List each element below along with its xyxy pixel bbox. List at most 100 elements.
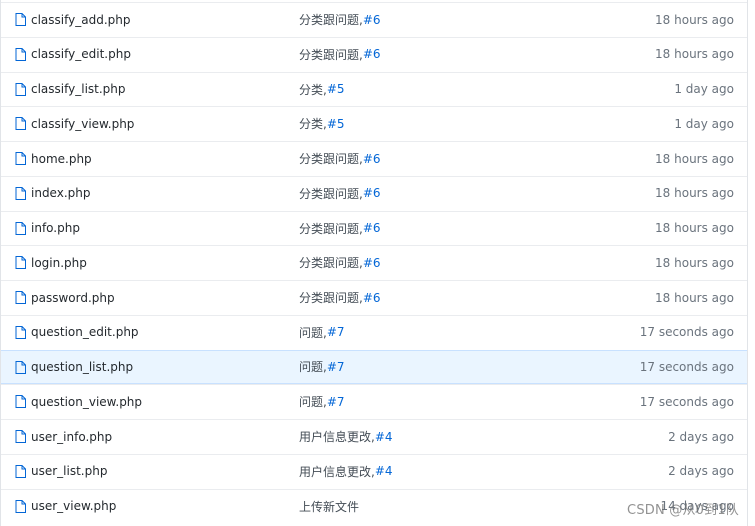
commit-message-text[interactable]: 问题, xyxy=(299,358,327,375)
file-name-link[interactable]: question_edit.php xyxy=(31,316,139,349)
commit-message-text[interactable]: 用户信息更改, xyxy=(299,428,375,445)
file-name-link[interactable]: question_list.php xyxy=(31,351,133,383)
commit-age: 18 hours ago xyxy=(655,221,734,235)
file-name-link[interactable]: home.php xyxy=(31,142,92,175)
commit-issue-link[interactable]: #6 xyxy=(363,221,381,235)
file-icon xyxy=(15,152,26,165)
commit-message[interactable]: 问题, #7 xyxy=(299,385,345,418)
file-table: classify_add.php 分类跟问题, #6 18 hours ago clas… xyxy=(0,0,748,526)
file-name-link[interactable]: classify_view.php xyxy=(31,107,134,140)
commit-issue-link[interactable]: #6 xyxy=(363,152,381,166)
file-name-link[interactable]: classify_list.php xyxy=(31,73,126,106)
file-icon xyxy=(15,325,26,339)
commit-message[interactable]: 用户信息更改, #4 xyxy=(299,455,393,488)
commit-message-text[interactable]: 分类, xyxy=(299,115,327,132)
file-name-link[interactable]: user_info.php xyxy=(31,420,112,453)
commit-issue-link[interactable]: #6 xyxy=(363,13,381,27)
file-row[interactable]: home.php 分类跟问题, #6 18 hours ago xyxy=(1,141,747,175)
file-icon xyxy=(15,464,26,478)
commit-message-text[interactable]: 分类跟问题, xyxy=(299,46,363,63)
commit-age: 18 hours ago xyxy=(655,186,734,201)
file-row[interactable]: classify_list.php 分类, #5 1 day ago xyxy=(1,71,747,106)
commit-message-text[interactable]: 问题, xyxy=(299,393,327,410)
commit-message[interactable]: 问题, #7 xyxy=(299,316,345,349)
commit-message-text[interactable]: 分类跟问题, xyxy=(299,11,363,28)
commit-issue-link[interactable]: #5 xyxy=(327,82,345,96)
file-name-link[interactable]: user_view.php xyxy=(31,490,116,523)
commit-message[interactable]: 分类跟问题, #6 xyxy=(299,246,381,279)
file-row[interactable]: classify_view.php 分类, #5 1 day ago xyxy=(1,106,747,140)
commit-age: 2 days ago xyxy=(668,464,734,479)
commit-issue-link[interactable]: #7 xyxy=(327,395,345,409)
commit-message-text[interactable]: 用户信息更改, xyxy=(299,463,375,480)
commit-message[interactable]: 分类跟问题, #6 xyxy=(299,38,381,71)
file-row[interactable]: user_list.php 用户信息更改, #4 2 days ago xyxy=(1,453,747,488)
file-icon xyxy=(15,395,26,409)
commit-age: 1 day ago xyxy=(674,82,734,96)
commit-message[interactable]: 分类, #5 xyxy=(299,73,345,106)
commit-age: 18 hours ago xyxy=(655,12,734,27)
file-icon xyxy=(15,291,26,304)
commit-message[interactable]: 问题, #7 xyxy=(299,351,345,383)
commit-age: 17 seconds ago xyxy=(639,359,734,374)
commit-issue-link[interactable]: #5 xyxy=(327,117,345,131)
file-row[interactable]: classify_add.php 分类跟问题, #6 18 hours ago xyxy=(1,2,747,36)
file-name-link[interactable]: info.php xyxy=(31,212,80,245)
file-icon xyxy=(15,430,26,443)
commit-message-text[interactable]: 问题, xyxy=(299,324,327,341)
commit-issue-link[interactable]: #6 xyxy=(363,291,381,305)
commit-message[interactable]: 用户信息更改, #4 xyxy=(299,420,393,453)
file-icon xyxy=(15,117,26,131)
commit-age: 18 hours ago xyxy=(655,290,734,305)
file-icon xyxy=(15,47,26,61)
commit-message-text[interactable]: 分类, xyxy=(299,81,327,98)
file-icon xyxy=(15,256,26,270)
commit-age: 17 seconds ago xyxy=(639,325,734,340)
commit-message-text[interactable]: 分类跟问题, xyxy=(299,150,363,167)
file-row[interactable]: question_list.php 问题, #7 17 seconds ago xyxy=(1,349,747,384)
commit-message[interactable]: 分类跟问题, #6 xyxy=(299,177,381,210)
commit-issue-link[interactable]: #6 xyxy=(363,47,381,61)
commit-message[interactable]: 上传新文件 xyxy=(299,490,359,523)
file-name-link[interactable]: index.php xyxy=(31,177,90,210)
commit-age: 18 hours ago xyxy=(655,255,734,270)
commit-age: 2 days ago xyxy=(668,429,734,444)
commit-issue-link[interactable]: #6 xyxy=(363,256,381,270)
file-name-link[interactable]: login.php xyxy=(31,246,87,279)
file-name-link[interactable]: password.php xyxy=(31,281,115,314)
commit-message[interactable]: 分类跟问题, #6 xyxy=(299,3,381,36)
file-icon xyxy=(15,82,26,96)
watermark: CSDN @从0到1队 xyxy=(627,503,739,518)
commit-message[interactable]: 分类跟问题, #6 xyxy=(299,142,381,175)
file-icon xyxy=(15,186,26,200)
file-row[interactable]: question_view.php 问题, #7 17 seconds ago xyxy=(1,384,747,418)
commit-message[interactable]: 分类跟问题, #6 xyxy=(299,212,381,245)
commit-issue-link[interactable]: #6 xyxy=(363,186,381,200)
commit-issue-link[interactable]: #4 xyxy=(375,430,393,444)
commit-age: 1 day ago xyxy=(674,116,734,131)
file-row[interactable]: user_info.php 用户信息更改, #4 2 days ago xyxy=(1,419,747,453)
commit-issue-link[interactable]: #7 xyxy=(327,325,345,339)
commit-age: 18 hours ago xyxy=(655,47,734,62)
commit-issue-link[interactable]: #4 xyxy=(375,464,393,478)
commit-message-text[interactable]: 分类跟问题, xyxy=(299,220,363,237)
commit-message-text[interactable]: 分类跟问题, xyxy=(299,254,363,271)
commit-message-text[interactable]: 分类跟问题, xyxy=(299,289,363,306)
commit-age: 17 seconds ago xyxy=(639,394,734,409)
file-row[interactable]: login.php 分类跟问题, #6 18 hours ago xyxy=(1,245,747,279)
file-row[interactable]: index.php 分类跟问题, #6 18 hours ago xyxy=(1,175,747,210)
commit-message-text[interactable]: 分类跟问题, xyxy=(299,185,363,202)
file-row[interactable]: password.php 分类跟问题, #6 18 hours ago xyxy=(1,280,747,314)
commit-message[interactable]: 分类跟问题, #6 xyxy=(299,281,381,314)
commit-issue-link[interactable]: #7 xyxy=(327,360,345,374)
commit-message[interactable]: 分类, #5 xyxy=(299,107,345,140)
file-name-link[interactable]: question_view.php xyxy=(31,385,142,418)
file-row[interactable]: classify_edit.php 分类跟问题, #6 18 hours ago xyxy=(1,36,747,71)
file-name-link[interactable]: classify_add.php xyxy=(31,3,130,36)
commit-message-text[interactable]: 上传新文件 xyxy=(299,498,359,515)
file-icon xyxy=(15,13,26,26)
file-name-link[interactable]: user_list.php xyxy=(31,455,107,488)
file-row[interactable]: question_edit.php 问题, #7 17 seconds ago xyxy=(1,314,747,349)
file-name-link[interactable]: classify_edit.php xyxy=(31,38,131,71)
file-row[interactable]: info.php 分类跟问题, #6 18 hours ago xyxy=(1,210,747,245)
